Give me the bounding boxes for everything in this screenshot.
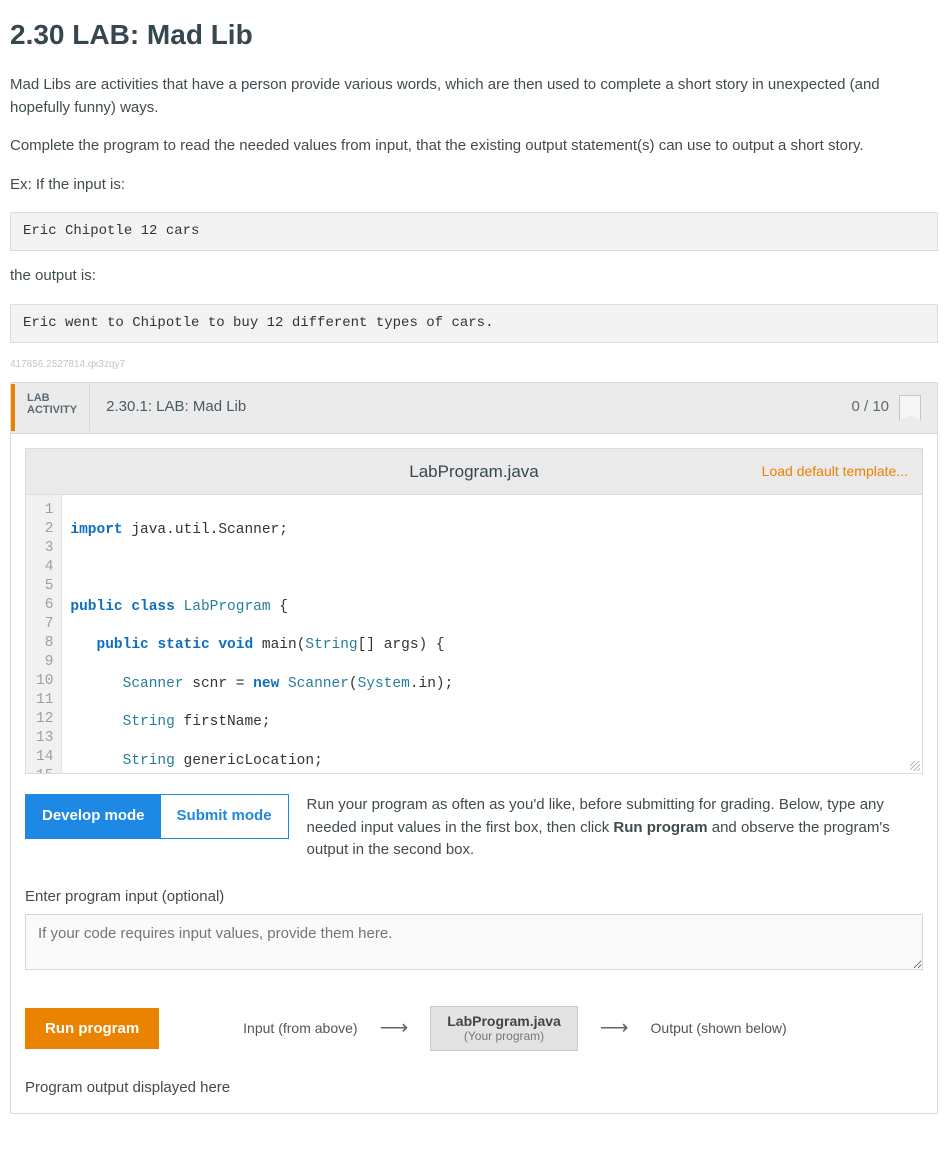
program-input[interactable] (25, 914, 923, 970)
resize-handle-icon[interactable] (910, 761, 920, 771)
lab-badge-line2: ACTIVITY (27, 404, 77, 416)
hash-text: 417856.2527814.qx3zqy7 (10, 357, 938, 372)
arrow-right-icon: ⟶ (380, 1013, 409, 1043)
activity-score: 0 / 10 (835, 383, 937, 433)
code-area[interactable]: import java.util.Scanner; public class L… (62, 495, 922, 773)
file-name: LabProgram.java (409, 459, 538, 485)
intro-paragraph-1: Mad Libs are activities that have a pers… (10, 74, 938, 119)
page-title: 2.30 LAB: Mad Lib (10, 14, 938, 56)
score-text: 0 / 10 (851, 396, 889, 419)
load-template-link[interactable]: Load default template... (762, 461, 908, 482)
arrow-right-icon: ⟶ (600, 1013, 629, 1043)
file-header: LabProgram.java Load default template... (25, 448, 923, 495)
mode-help-text: Run your program as often as you'd like,… (307, 794, 923, 862)
program-input-label: Enter program input (optional) (25, 886, 923, 909)
output-label: the output is: (10, 265, 938, 288)
flow-program-box: LabProgram.java (Your program) (430, 1006, 578, 1051)
lab-badge: LAB ACTIVITY (11, 384, 89, 431)
activity-title: 2.30.1: LAB: Mad Lib (89, 384, 262, 431)
example-output-box: Eric went to Chipotle to buy 12 differen… (10, 304, 938, 343)
line-gutter: 123456789101112131415 (26, 495, 62, 773)
flow-output-label: Output (shown below) (651, 1018, 787, 1039)
mode-tabs: Develop mode Submit mode (25, 794, 289, 839)
example-input-box: Eric Chipotle 12 cars (10, 212, 938, 251)
flow-box-title: LabProgram.java (447, 1013, 561, 1029)
example-label: Ex: If the input is: (10, 174, 938, 197)
flow-box-sub: (Your program) (447, 1029, 561, 1043)
develop-mode-tab[interactable]: Develop mode (26, 795, 161, 838)
submit-mode-tab[interactable]: Submit mode (161, 795, 288, 838)
code-editor[interactable]: 123456789101112131415 import java.util.S… (25, 494, 923, 774)
activity-header: LAB ACTIVITY 2.30.1: LAB: Mad Lib 0 / 10 (11, 383, 937, 434)
run-program-button[interactable]: Run program (25, 1008, 159, 1049)
flow-input-label: Input (from above) (243, 1018, 357, 1039)
lab-badge-line1: LAB (27, 392, 77, 404)
bookmark-icon[interactable] (899, 395, 921, 421)
activity-card: LAB ACTIVITY 2.30.1: LAB: Mad Lib 0 / 10… (10, 382, 938, 1115)
intro-paragraph-2: Complete the program to read the needed … (10, 135, 938, 158)
program-output-label: Program output displayed here (25, 1077, 923, 1100)
